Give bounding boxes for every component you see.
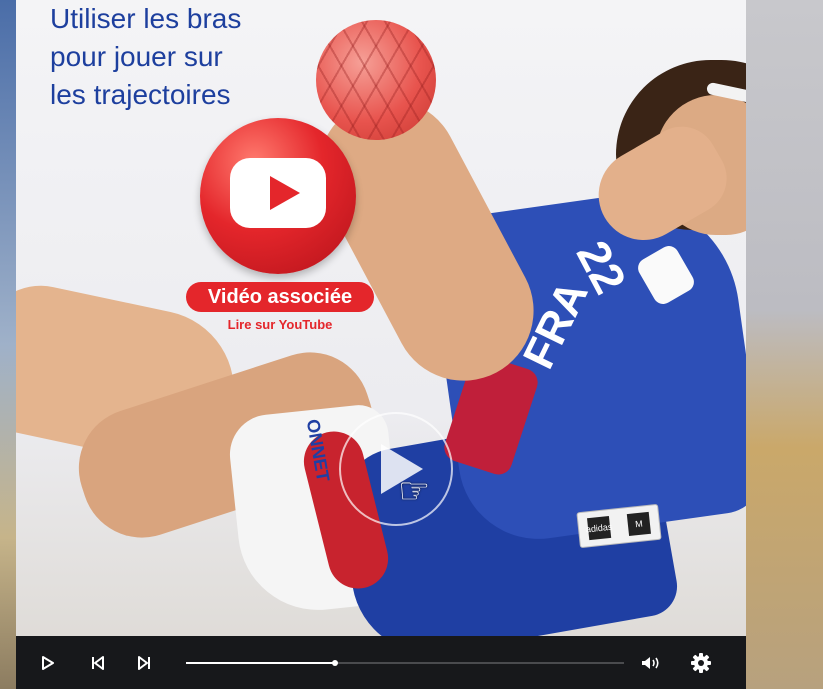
handball [316, 20, 436, 140]
gear-icon [691, 652, 711, 673]
volume-button[interactable] [638, 636, 664, 689]
progress-thumb[interactable] [331, 660, 338, 666]
video-control-bar [16, 636, 746, 689]
skip-previous-icon [92, 655, 104, 670]
size-tag: M [626, 511, 651, 536]
background-left-strip [0, 0, 16, 689]
headline-line-2: pour jouer sur [50, 41, 223, 72]
volume-icon [642, 656, 659, 669]
headline: Utiliser les bras pour jouer sur les tra… [50, 0, 300, 114]
youtube-play-icon [230, 158, 326, 228]
hand-cursor-icon: ☞ [398, 470, 431, 511]
progress-fill [186, 662, 335, 664]
play-on-youtube-link[interactable]: Lire sur YouTube [186, 317, 374, 332]
settings-button[interactable] [686, 636, 716, 689]
background-right-strip [746, 0, 823, 689]
adidas-logo: adidas [585, 516, 613, 541]
center-play-icon[interactable] [339, 412, 453, 526]
related-video-button[interactable]: Vidéo associée [186, 282, 374, 312]
headline-line-1: Utiliser les bras [50, 3, 242, 34]
play-icon [42, 655, 54, 670]
skip-next-icon [138, 655, 150, 670]
progress-bar[interactable] [186, 660, 624, 666]
video-frame[interactable]: ONNET 22 FRA adidas M ☞ Utiliser les bra… [16, 0, 746, 689]
play-button[interactable] [36, 636, 60, 689]
next-button[interactable] [132, 636, 156, 689]
youtube-button[interactable] [200, 118, 356, 274]
headline-line-3: les trajectoires [50, 79, 231, 110]
previous-button[interactable] [86, 636, 110, 689]
